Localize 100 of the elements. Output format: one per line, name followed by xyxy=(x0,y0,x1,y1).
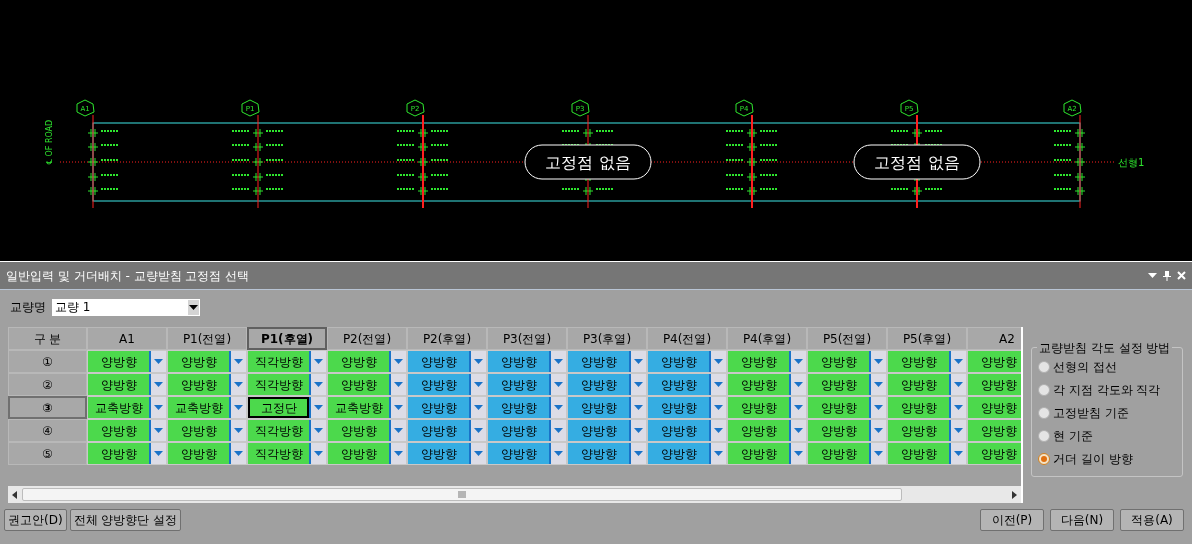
dropdown-button[interactable] xyxy=(229,397,246,418)
scroll-thumb[interactable] xyxy=(22,488,902,501)
bearing-type-cell[interactable]: 양방향 xyxy=(88,374,149,395)
row-header[interactable]: ③ xyxy=(8,396,87,419)
radio-button[interactable] xyxy=(1038,384,1050,396)
nav-button[interactable]: 다음(N) xyxy=(1050,509,1114,531)
bearing-type-cell[interactable]: 양방향 xyxy=(168,443,229,464)
bearing-type-cell[interactable]: 양방향 xyxy=(488,374,549,395)
column-header[interactable]: P1(전열) xyxy=(167,327,247,350)
dropdown-button[interactable] xyxy=(869,397,886,418)
bearing-type-cell[interactable]: 양방향 xyxy=(968,351,1021,372)
nav-button[interactable]: 적용(A) xyxy=(1120,509,1184,531)
dropdown-button[interactable] xyxy=(949,420,966,441)
bearing-type-cell[interactable]: 교축방향 xyxy=(168,397,229,418)
bearing-type-cell[interactable]: 양방향 xyxy=(328,351,389,372)
bearing-type-cell[interactable]: 직각방향 xyxy=(248,374,309,395)
bearing-type-cell[interactable]: 양방향 xyxy=(568,351,629,372)
column-header[interactable]: P3(전열) xyxy=(487,327,567,350)
row-header[interactable]: ② xyxy=(8,373,87,396)
bearing-type-cell[interactable]: 양방향 xyxy=(808,374,869,395)
dropdown-button[interactable] xyxy=(309,443,326,464)
dropdown-button[interactable] xyxy=(629,351,646,372)
bearing-type-cell[interactable]: 양방향 xyxy=(328,374,389,395)
radio-button[interactable] xyxy=(1038,407,1050,419)
bearing-type-cell[interactable]: 양방향 xyxy=(968,443,1021,464)
bearing-type-cell[interactable]: 양방향 xyxy=(648,397,709,418)
bearing-type-cell[interactable]: 양방향 xyxy=(568,374,629,395)
dropdown-button[interactable] xyxy=(149,374,166,395)
bearing-type-cell[interactable]: 양방향 xyxy=(168,374,229,395)
dropdown-button[interactable] xyxy=(389,351,406,372)
bearing-type-cell[interactable]: 양방향 xyxy=(808,351,869,372)
dropdown-button[interactable] xyxy=(309,351,326,372)
dropdown-button[interactable] xyxy=(629,397,646,418)
dropdown-button[interactable] xyxy=(709,443,726,464)
bearing-type-cell[interactable]: 양방향 xyxy=(488,351,549,372)
bearing-type-cell[interactable]: 양방향 xyxy=(968,397,1021,418)
dropdown-button[interactable] xyxy=(469,397,486,418)
bearing-type-cell[interactable]: 양방향 xyxy=(968,420,1021,441)
dropdown-button[interactable] xyxy=(309,420,326,441)
close-icon[interactable] xyxy=(1177,271,1186,280)
dropdown-button[interactable] xyxy=(309,397,326,418)
dropdown-button[interactable] xyxy=(949,374,966,395)
column-header[interactable]: P4(전열) xyxy=(647,327,727,350)
bearing-type-cell[interactable]: 양방향 xyxy=(728,443,789,464)
dropdown-button[interactable] xyxy=(309,374,326,395)
bearing-type-cell[interactable]: 고정단 xyxy=(248,397,309,418)
dropdown-button[interactable] xyxy=(629,443,646,464)
dropdown-button[interactable] xyxy=(149,351,166,372)
radio-button[interactable] xyxy=(1038,453,1050,465)
radio-button[interactable] xyxy=(1038,361,1050,373)
bearing-type-cell[interactable]: 양방향 xyxy=(808,443,869,464)
bearing-type-cell[interactable]: 양방향 xyxy=(648,374,709,395)
bearing-type-cell[interactable]: 양방향 xyxy=(488,397,549,418)
bearing-type-cell[interactable]: 직각방향 xyxy=(248,420,309,441)
column-header[interactable]: P5(후열) xyxy=(887,327,967,350)
bearing-type-cell[interactable]: 양방향 xyxy=(168,351,229,372)
bearing-type-cell[interactable]: 양방향 xyxy=(88,420,149,441)
bearing-type-cell[interactable]: 양방향 xyxy=(808,420,869,441)
bearing-type-cell[interactable]: 직각방향 xyxy=(248,443,309,464)
bearing-type-cell[interactable]: 양방향 xyxy=(648,443,709,464)
dropdown-button[interactable] xyxy=(629,374,646,395)
bearing-type-cell[interactable]: 양방향 xyxy=(728,374,789,395)
bearing-type-cell[interactable]: 교축방향 xyxy=(88,397,149,418)
dropdown-button[interactable] xyxy=(549,351,566,372)
dropdown-button[interactable] xyxy=(709,420,726,441)
action-button[interactable]: 권고안(D) xyxy=(4,509,67,531)
dropdown-button[interactable] xyxy=(949,351,966,372)
radio-button[interactable] xyxy=(1038,430,1050,442)
bearing-type-cell[interactable]: 양방향 xyxy=(328,420,389,441)
dropdown-button[interactable] xyxy=(549,420,566,441)
dropdown-button[interactable] xyxy=(949,443,966,464)
bearing-type-cell[interactable]: 양방향 xyxy=(408,420,469,441)
pin-icon[interactable] xyxy=(1163,270,1171,281)
dropdown-button[interactable] xyxy=(869,351,886,372)
dropdown-button[interactable] xyxy=(549,397,566,418)
bearing-type-cell[interactable]: 양방향 xyxy=(408,351,469,372)
dropdown-button[interactable] xyxy=(629,420,646,441)
dropdown-button[interactable] xyxy=(229,351,246,372)
dropdown-button[interactable] xyxy=(709,351,726,372)
column-header[interactable]: P3(후열) xyxy=(567,327,647,350)
bearing-type-cell[interactable]: 양방향 xyxy=(568,443,629,464)
bearing-type-cell[interactable]: 직각방향 xyxy=(248,351,309,372)
dropdown-button[interactable] xyxy=(789,443,806,464)
column-header[interactable]: P5(전열) xyxy=(807,327,887,350)
dropdown-icon[interactable] xyxy=(1148,273,1157,278)
dropdown-button[interactable] xyxy=(149,420,166,441)
bearing-type-cell[interactable]: 양방향 xyxy=(568,397,629,418)
bearing-type-cell[interactable]: 양방향 xyxy=(408,397,469,418)
dropdown-button[interactable] xyxy=(869,374,886,395)
bearing-type-cell[interactable]: 양방향 xyxy=(888,397,949,418)
bearing-type-cell[interactable]: 양방향 xyxy=(888,420,949,441)
bearing-type-cell[interactable]: 양방향 xyxy=(88,443,149,464)
column-header[interactable]: P4(후열) xyxy=(727,327,807,350)
bearing-type-cell[interactable]: 교축방향 xyxy=(328,397,389,418)
bearing-type-cell[interactable]: 양방향 xyxy=(728,420,789,441)
dropdown-button[interactable] xyxy=(869,420,886,441)
dropdown-button[interactable] xyxy=(389,420,406,441)
row-header[interactable]: ④ xyxy=(8,419,87,442)
dropdown-button[interactable] xyxy=(789,374,806,395)
bearing-type-cell[interactable]: 양방향 xyxy=(808,397,869,418)
